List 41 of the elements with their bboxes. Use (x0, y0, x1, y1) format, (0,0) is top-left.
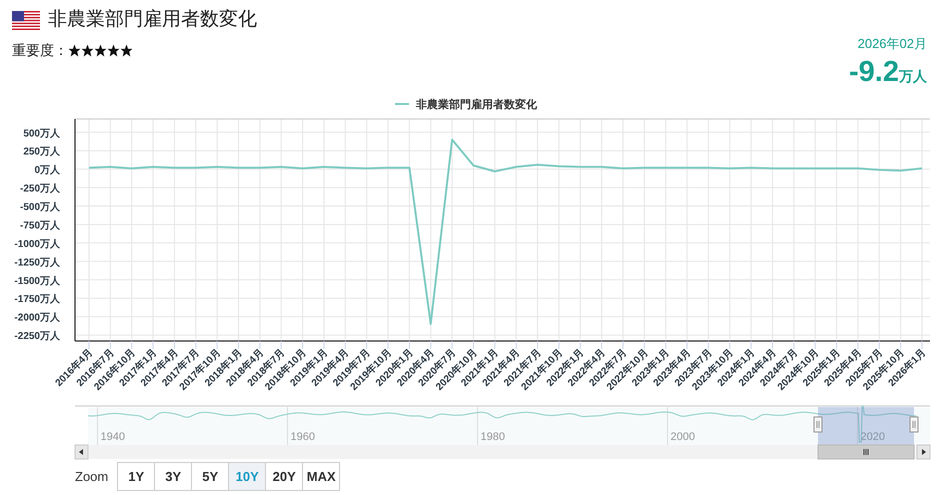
star-icon (81, 44, 94, 57)
navigator-handle[interactable] (814, 416, 822, 432)
importance-label: 重要度： (12, 41, 68, 60)
page-title: 非農業部門雇用者数変化 (48, 8, 257, 32)
y-axis-label: -1250万人 (14, 257, 60, 268)
star-icon (68, 44, 81, 57)
flag-icon (12, 10, 40, 30)
navigator-handle[interactable] (910, 416, 918, 432)
star-icon (107, 44, 120, 57)
y-axis-label: -500万人 (20, 202, 60, 214)
star-icon (120, 44, 133, 57)
navigator-year-label: 1980 (480, 431, 505, 443)
navigator-year-label: 1940 (100, 431, 125, 443)
y-axis-label: -1750万人 (14, 294, 60, 306)
zoom-button[interactable]: 20Y (265, 462, 304, 491)
legend-line-icon (395, 103, 409, 105)
latest-unit: 万人 (899, 66, 927, 86)
y-axis-label: 0万人 (34, 165, 60, 176)
y-axis-label: -1000万人 (14, 238, 60, 250)
latest-period: 2026年02月 (858, 35, 927, 53)
y-axis-label: -1500万人 (14, 276, 60, 287)
zoom-button[interactable]: 5Y (191, 462, 230, 491)
zoom-label: Zoom (75, 468, 108, 486)
scroll-right-button[interactable] (916, 444, 930, 460)
scrollbar-thumb[interactable] (818, 444, 914, 460)
y-axis-label: -2000万人 (14, 312, 60, 324)
navigator-year-label: 2000 (670, 431, 695, 443)
y-axis-label: 250万人 (23, 146, 60, 158)
legend-label[interactable]: 非農業部門雇用者数変化 (416, 99, 537, 111)
navigator-year-label: 1960 (290, 431, 315, 443)
star-icon (94, 44, 107, 57)
y-axis-label: 500万人 (23, 128, 60, 140)
zoom-button[interactable]: MAX (302, 462, 340, 491)
y-axis-label: -250万人 (20, 184, 60, 195)
zoom-button[interactable]: 3Y (154, 462, 192, 491)
latest-value: -9.2 (849, 54, 899, 90)
y-axis-label: -2250万人 (14, 331, 60, 342)
y-axis-label: -750万人 (20, 220, 60, 232)
navigator-year-label: 2020 (860, 431, 885, 443)
zoom-button[interactable]: 1Y (117, 462, 156, 491)
scroll-left-button[interactable] (74, 444, 88, 460)
